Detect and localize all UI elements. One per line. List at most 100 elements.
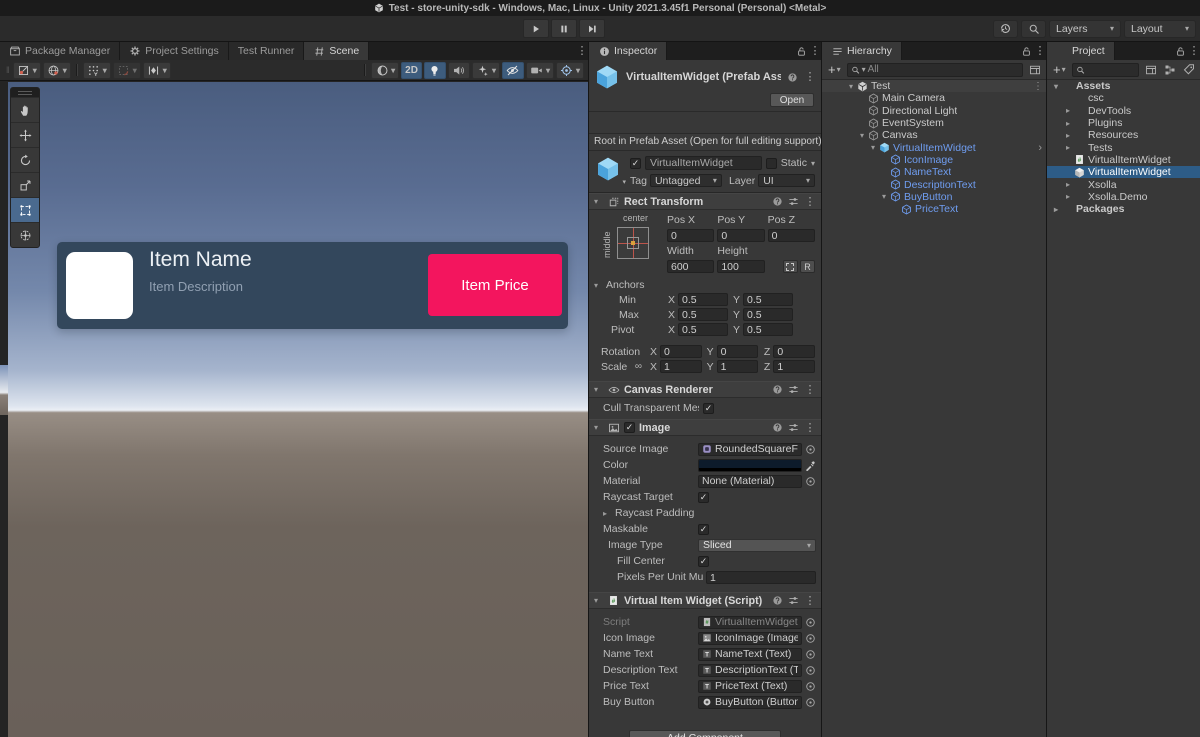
hierarchy-item-descriptiontext[interactable]: DescriptionText bbox=[822, 178, 1046, 190]
tab-test-runner[interactable]: Test Runner bbox=[229, 42, 305, 60]
rotation-y-field[interactable]: 0 bbox=[717, 345, 759, 358]
project-item-csc[interactable]: csc bbox=[1047, 92, 1200, 104]
tab-project-settings[interactable]: Project Settings bbox=[120, 42, 229, 60]
object-field-buybutton-button[interactable]: BuyButton (Button) bbox=[698, 696, 802, 709]
eyedropper-icon[interactable] bbox=[804, 459, 816, 471]
scale-link-icon[interactable]: ∞ bbox=[635, 361, 645, 372]
buy-button-preview[interactable]: Item Price bbox=[428, 254, 562, 316]
hierarchy-item-canvas[interactable]: ▾Canvas bbox=[822, 129, 1046, 141]
foldout-arrow[interactable]: ▾ bbox=[594, 596, 603, 605]
pivot-y-field[interactable]: 0.5 bbox=[743, 323, 793, 336]
foldout-arrow[interactable]: ▾ bbox=[846, 82, 856, 91]
canvas-renderer-header[interactable]: ▾ Canvas Renderer ⋮ bbox=[589, 381, 821, 398]
2d-toggle-button[interactable]: 2D bbox=[401, 62, 422, 79]
fill-center-checkbox[interactable]: ✓ bbox=[698, 556, 709, 567]
prefab-open-chevron[interactable]: › bbox=[1038, 142, 1046, 154]
foldout-arrow[interactable]: ▾ bbox=[594, 423, 603, 432]
tab-scene[interactable]: Scene bbox=[304, 42, 369, 60]
anchor-max-x-field[interactable]: 0.5 bbox=[678, 308, 728, 321]
tab-project[interactable]: Project bbox=[1047, 42, 1115, 60]
hierarchy-item-directional-light[interactable]: Directional Light bbox=[822, 105, 1046, 117]
step-button[interactable] bbox=[579, 19, 605, 38]
foldout-arrow[interactable]: ▸ bbox=[1063, 180, 1073, 189]
open-prefab-button[interactable]: Open bbox=[770, 93, 814, 107]
static-dropdown-arrow[interactable]: ▾ bbox=[811, 159, 815, 168]
object-picker-icon[interactable] bbox=[804, 664, 816, 676]
hierarchy-search-input[interactable]: ▾ All bbox=[847, 63, 1023, 77]
pause-button[interactable] bbox=[551, 19, 577, 38]
help-icon[interactable] bbox=[772, 384, 783, 395]
hierarchy-item-iconimage[interactable]: IconImage bbox=[822, 154, 1046, 166]
presets-icon[interactable] bbox=[788, 384, 799, 395]
maskable-checkbox[interactable]: ✓ bbox=[698, 524, 709, 535]
lock-icon[interactable] bbox=[1018, 42, 1034, 60]
layout-dropdown[interactable]: Layout▾ bbox=[1124, 20, 1196, 38]
foldout-arrow[interactable]: ▸ bbox=[1051, 205, 1061, 214]
foldout-arrow[interactable]: ▾ bbox=[879, 192, 889, 201]
foldout-arrow[interactable]: ▾ bbox=[1051, 82, 1061, 91]
hierarchy-item-nametext[interactable]: NameText bbox=[822, 166, 1046, 178]
object-field-virtualitemwidget[interactable]: #VirtualItemWidget bbox=[698, 616, 802, 629]
hierarchy-item-test[interactable]: ▾Test⋮ bbox=[822, 80, 1046, 92]
gameobject-cube-icon[interactable]: ▾ bbox=[595, 156, 622, 183]
project-item-xsolla[interactable]: ▸Xsolla bbox=[1047, 178, 1200, 190]
tab-hierarchy[interactable]: Hierarchy bbox=[822, 42, 902, 60]
image-header[interactable]: ▾ ✓ Image ⋮ bbox=[589, 419, 821, 436]
anchor-preset-widget[interactable]: center middle bbox=[601, 214, 661, 276]
search-by-type-icon[interactable] bbox=[1162, 63, 1177, 77]
hand-tool-button[interactable] bbox=[11, 97, 39, 122]
foldout-arrow[interactable]: ▾ bbox=[594, 197, 603, 206]
create-asset-menu-button[interactable]: +▾ bbox=[1051, 63, 1068, 76]
component-menu-icon[interactable]: ⋮ bbox=[804, 592, 816, 610]
source-image-object-field[interactable]: RoundedSquareFull@1 bbox=[698, 443, 802, 456]
rotation-z-field[interactable]: 0 bbox=[773, 345, 815, 358]
script-component-header[interactable]: ▾ # Virtual Item Widget (Script) ⋮ bbox=[589, 592, 821, 609]
grid-snap-button[interactable]: ▾ bbox=[83, 62, 111, 79]
scale-x-field[interactable]: 1 bbox=[660, 360, 702, 373]
raycast-target-checkbox[interactable]: ✓ bbox=[698, 492, 709, 503]
hierarchy-item-virtualitemwidget[interactable]: ▾VirtualItemWidget› bbox=[822, 141, 1046, 153]
scene-audio-toggle[interactable] bbox=[448, 62, 470, 79]
presets-icon[interactable] bbox=[788, 196, 799, 207]
object-picker-icon[interactable] bbox=[804, 696, 816, 708]
foldout-arrow[interactable]: ▾ bbox=[594, 385, 603, 394]
project-item-plugins[interactable]: ▸Plugins bbox=[1047, 117, 1200, 129]
object-field-iconimage-image[interactable]: IconImage (Image) bbox=[698, 632, 802, 645]
rotation-x-field[interactable]: 0 bbox=[660, 345, 702, 358]
pos-z-field[interactable]: 0 bbox=[768, 229, 815, 242]
pos-x-field[interactable]: 0 bbox=[667, 229, 714, 242]
move-tool-button[interactable] bbox=[11, 122, 39, 147]
project-item-assets[interactable]: ▾Assets bbox=[1047, 80, 1200, 92]
pos-y-field[interactable]: 0 bbox=[717, 229, 764, 242]
snap-settings-button[interactable]: ▾ bbox=[143, 62, 171, 79]
rect-transform-header[interactable]: ▾ Rect Transform ⋮ bbox=[589, 193, 821, 210]
search-by-label-icon[interactable] bbox=[1181, 63, 1196, 77]
lock-icon[interactable] bbox=[793, 42, 809, 60]
component-menu-icon[interactable]: ⋮ bbox=[804, 419, 816, 437]
pane-menu-icon[interactable]: ⋮ bbox=[809, 42, 821, 60]
height-field[interactable]: 100 bbox=[717, 260, 764, 273]
project-search-input[interactable] bbox=[1072, 63, 1139, 77]
cull-transparent-mesh-checkbox[interactable]: ✓ bbox=[703, 403, 714, 414]
foldout-arrow[interactable]: ▾ bbox=[868, 143, 878, 152]
foldout-arrow[interactable]: ▸ bbox=[603, 509, 612, 518]
effects-toggle[interactable]: ▾ bbox=[472, 62, 500, 79]
pane-menu-icon[interactable]: ⋮ bbox=[1034, 42, 1046, 60]
object-picker-icon[interactable] bbox=[804, 680, 816, 692]
project-item-tests[interactable]: ▸Tests bbox=[1047, 141, 1200, 153]
color-swatch-field[interactable] bbox=[698, 459, 802, 472]
add-component-button[interactable]: Add Component bbox=[629, 730, 781, 737]
virtual-item-widget-preview[interactable]: Item Name Item Description Item Price bbox=[57, 242, 568, 329]
foldout-arrow[interactable]: ▸ bbox=[1063, 119, 1073, 128]
project-item-virtualitemwidget[interactable]: VirtualItemWidget bbox=[1047, 166, 1200, 178]
increment-snap-button[interactable]: ▾ bbox=[113, 62, 141, 79]
tag-dropdown[interactable]: Untagged▾ bbox=[650, 174, 722, 187]
hierarchy-item-main-camera[interactable]: Main Camera bbox=[822, 92, 1046, 104]
project-item-virtualitemwidget[interactable]: #VirtualItemWidget bbox=[1047, 154, 1200, 166]
scale-z-field[interactable]: 1 bbox=[773, 360, 815, 373]
scene-viewport[interactable]: Item Name Item Description Item Price bbox=[8, 82, 588, 737]
tool-handle-position-button[interactable]: ▾ bbox=[13, 62, 41, 79]
palette-drag-handle[interactable] bbox=[11, 88, 39, 97]
component-menu-icon[interactable]: ⋮ bbox=[804, 193, 816, 211]
foldout-arrow[interactable]: ▸ bbox=[1063, 131, 1073, 140]
